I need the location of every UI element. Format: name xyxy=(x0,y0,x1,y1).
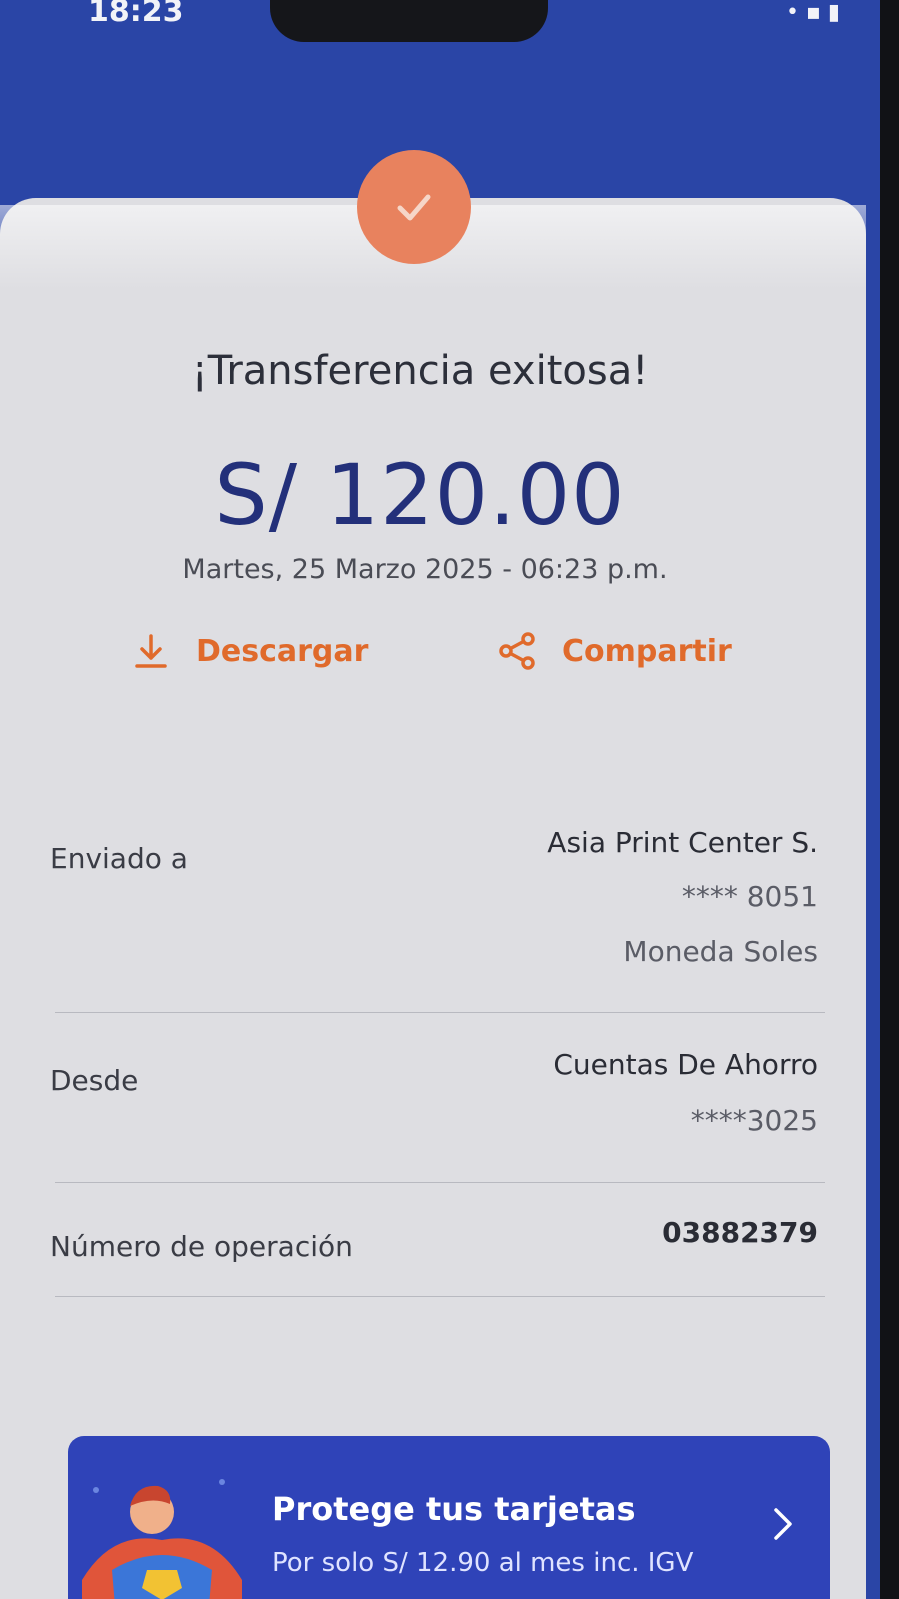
success-badge xyxy=(357,150,471,264)
from-account-number: ****3025 xyxy=(690,1104,818,1137)
phone-screen: 18:23 • ▪ ▮ ¡Transferencia exitosa! S/ 1… xyxy=(0,0,880,1599)
recipient-account: **** 8051 xyxy=(681,880,818,913)
share-label: Compartir xyxy=(562,633,732,669)
transfer-datetime: Martes, 25 Marzo 2025 - 06:23 p.m. xyxy=(182,554,668,585)
operation-number: 03882379 xyxy=(662,1216,818,1249)
status-indicators: • ▪ ▮ xyxy=(786,0,840,25)
share-icon xyxy=(499,632,535,670)
divider xyxy=(55,1012,825,1013)
divider xyxy=(55,1182,825,1183)
promo-banner[interactable]: Protege tus tarjetas Por solo S/ 12.90 a… xyxy=(68,1436,830,1599)
success-title: ¡Transferencia exitosa! xyxy=(191,348,649,394)
chevron-right-icon xyxy=(774,1508,792,1540)
transfer-amount: S/ 120.00 xyxy=(214,446,626,544)
phone-bezel xyxy=(880,0,899,1599)
download-icon xyxy=(135,634,167,668)
recipient-currency: Moneda Soles xyxy=(623,935,818,968)
status-time: 18:23 xyxy=(88,0,184,29)
download-label: Descargar xyxy=(196,633,369,669)
from-account-type: Cuentas De Ahorro xyxy=(553,1048,818,1081)
promo-title: Protege tus tarjetas xyxy=(272,1490,636,1528)
sent-to-label: Enviado a xyxy=(50,842,188,875)
promo-subtitle: Por solo S/ 12.90 al mes inc. IGV xyxy=(272,1548,694,1578)
camera-notch xyxy=(270,0,548,42)
check-icon xyxy=(397,194,431,221)
download-button[interactable]: Descargar xyxy=(130,630,368,672)
operation-label: Número de operación xyxy=(50,1230,353,1263)
divider xyxy=(55,1296,825,1297)
recipient-name: Asia Print Center S. xyxy=(547,826,818,859)
from-label: Desde xyxy=(50,1064,139,1097)
share-button[interactable]: Compartir xyxy=(496,630,732,672)
superhero-illustration xyxy=(82,1479,242,1599)
